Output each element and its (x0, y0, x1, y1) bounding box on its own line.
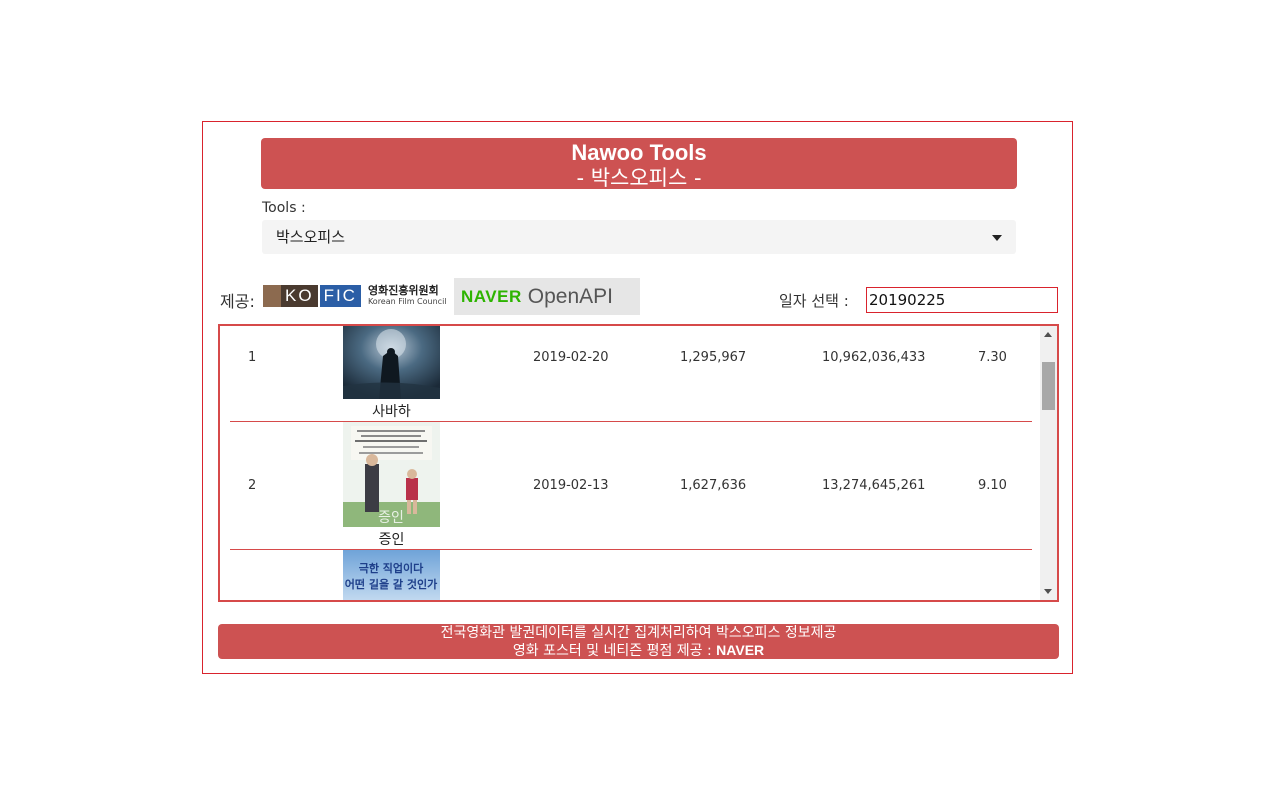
title-banner: Nawoo Tools - 박스오피스 - (261, 138, 1017, 190)
scroll-up-icon[interactable] (1044, 332, 1052, 337)
footer-line1: 전국영화관 발권데이터를 실시간 집계처리하여 박스오피스 정보제공 (440, 625, 837, 641)
boxoffice-table[interactable]: 1 사바하 2019-02-20 1,295,967 10,962,036,43… (218, 324, 1059, 602)
scroll-thumb[interactable] (1042, 362, 1055, 410)
release-date-cell: 2019-02-13 (533, 478, 609, 493)
movie-title: 사바하 (372, 404, 411, 420)
date-label: 일자 선택 : (779, 292, 849, 310)
rating-cell: 9.10 (978, 478, 1007, 493)
poster-text-line1: 극한 직업이다 (359, 561, 424, 575)
sales-cell: 13,274,645,261 (822, 478, 926, 493)
naver-product: OpenAPI (527, 284, 613, 308)
kofic-logo-name: 영화진흥위원회 Korean Film Council (368, 285, 447, 307)
kofic-logo-square (263, 285, 281, 307)
audience-cell: 1,627,636 (680, 478, 747, 493)
sales-cell: 10,962,036,433 (822, 350, 926, 365)
movie-title: 증인 (378, 532, 405, 548)
footer-line2: 영화 포스터 및 네티즌 평점 제공 : NAVER (218, 642, 1059, 660)
tools-select[interactable]: 박스오피스 (262, 220, 1016, 254)
provider-label: 제공: (220, 292, 255, 311)
movie-poster[interactable] (343, 326, 440, 399)
rank-cell: 2 (248, 478, 257, 493)
kofic-logo-fic: FIC (319, 285, 361, 307)
scroll-down-icon[interactable] (1044, 589, 1052, 594)
poster-text-line2: 어떤 길을 갈 것인가 (345, 577, 437, 591)
table-scrollbar[interactable] (1040, 326, 1057, 600)
footer-banner: 전국영화관 발권데이터를 실시간 집계처리하여 박스오피스 정보제공 영화 포스… (218, 624, 1059, 659)
table-row[interactable]: 1 사바하 2019-02-20 1,295,967 10,962,036,43… (230, 326, 1032, 422)
movie-poster[interactable]: 극한 직업이다 어떤 길을 갈 것인가 (343, 550, 440, 600)
table-row[interactable]: 2 증인 증인 2019-02-13 1,627,636 13,274,645,… (230, 421, 1032, 550)
table-row[interactable]: 극한 직업이다 어떤 길을 갈 것인가 (230, 549, 1032, 600)
naver-openapi-logo: NAVER OpenAPI (454, 278, 640, 315)
app-subtitle: - 박스오피스 - (576, 166, 702, 190)
rank-cell: 1 (248, 350, 257, 365)
app-title: Nawoo Tools (571, 140, 707, 165)
audience-cell: 1,295,967 (680, 350, 747, 365)
date-input[interactable] (866, 287, 1058, 313)
footer-naver: NAVER (716, 642, 765, 658)
tools-label: Tools : (262, 200, 306, 216)
kofic-name-korean: 영화진흥위원회 (367, 284, 439, 297)
naver-brand: NAVER (461, 286, 522, 306)
svg-text:증인: 증인 (378, 510, 404, 526)
kofic-logo: KO FIC 영화진흥위원회 Korean Film Council (263, 285, 447, 307)
caret-down-icon (992, 235, 1002, 241)
footer-line2-prefix: 영화 포스터 및 네티즌 평점 제공 : (512, 643, 717, 659)
kofic-name-english: Korean Film Council (367, 297, 447, 306)
release-date-cell: 2019-02-20 (533, 350, 609, 365)
tools-select-value: 박스오피스 (276, 228, 346, 246)
movie-poster[interactable]: 증인 (343, 422, 440, 527)
rating-cell: 7.30 (978, 350, 1007, 365)
kofic-logo-ko: KO (281, 285, 318, 307)
